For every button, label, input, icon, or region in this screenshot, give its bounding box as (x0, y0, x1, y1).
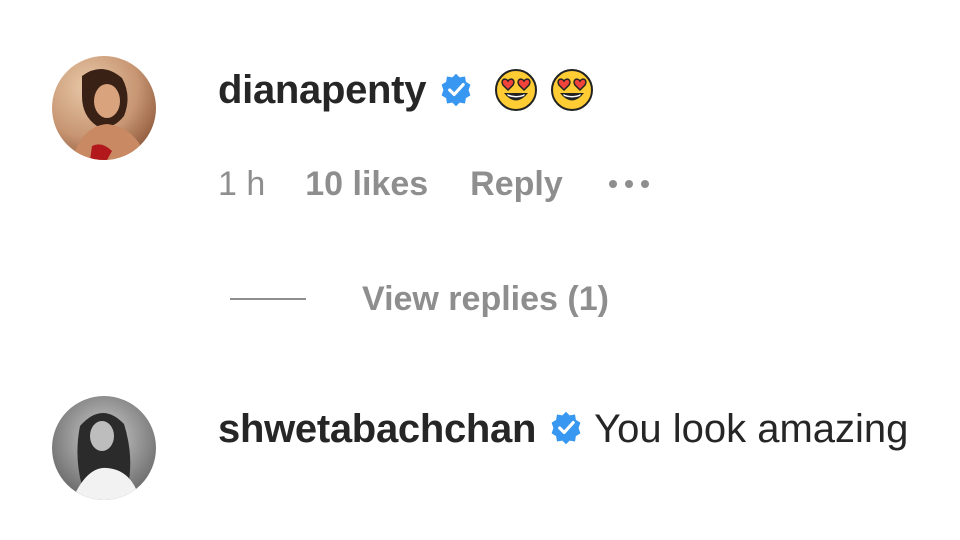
view-replies-label: View replies (1) (362, 279, 609, 318)
username[interactable]: dianapenty (218, 68, 426, 113)
dot (608, 180, 617, 188)
comment-text: You look amazing (594, 407, 909, 451)
dot (624, 180, 633, 188)
dot (640, 180, 649, 188)
comment-body: shwetabachchan You look amazing (218, 400, 938, 458)
comment-meta: 1 h 10 likes Reply (218, 160, 649, 208)
user-avatar-image (52, 56, 156, 160)
comments-screen: dianapenty 1 h 10 likes Reply View repli… (0, 0, 960, 540)
avatar[interactable] (52, 396, 156, 500)
heart-eyes-emoji-icon (551, 69, 594, 111)
username[interactable]: shwetabachchan (218, 407, 536, 451)
comment-time: 1 h (218, 164, 266, 203)
reply-button[interactable]: Reply (470, 165, 563, 204)
verified-badge-icon (551, 411, 581, 445)
comment-header: dianapenty (218, 62, 594, 118)
likes-count[interactable]: 10 likes (305, 165, 428, 204)
heart-eyes-emoji-icon (495, 69, 538, 111)
verified-badge-icon (441, 73, 471, 107)
view-replies-button[interactable]: View replies (1) (230, 276, 609, 322)
avatar[interactable] (52, 56, 156, 160)
user-avatar-image (52, 396, 156, 500)
more-options-ellipsis-icon[interactable] (608, 180, 649, 188)
divider-line (230, 298, 306, 300)
